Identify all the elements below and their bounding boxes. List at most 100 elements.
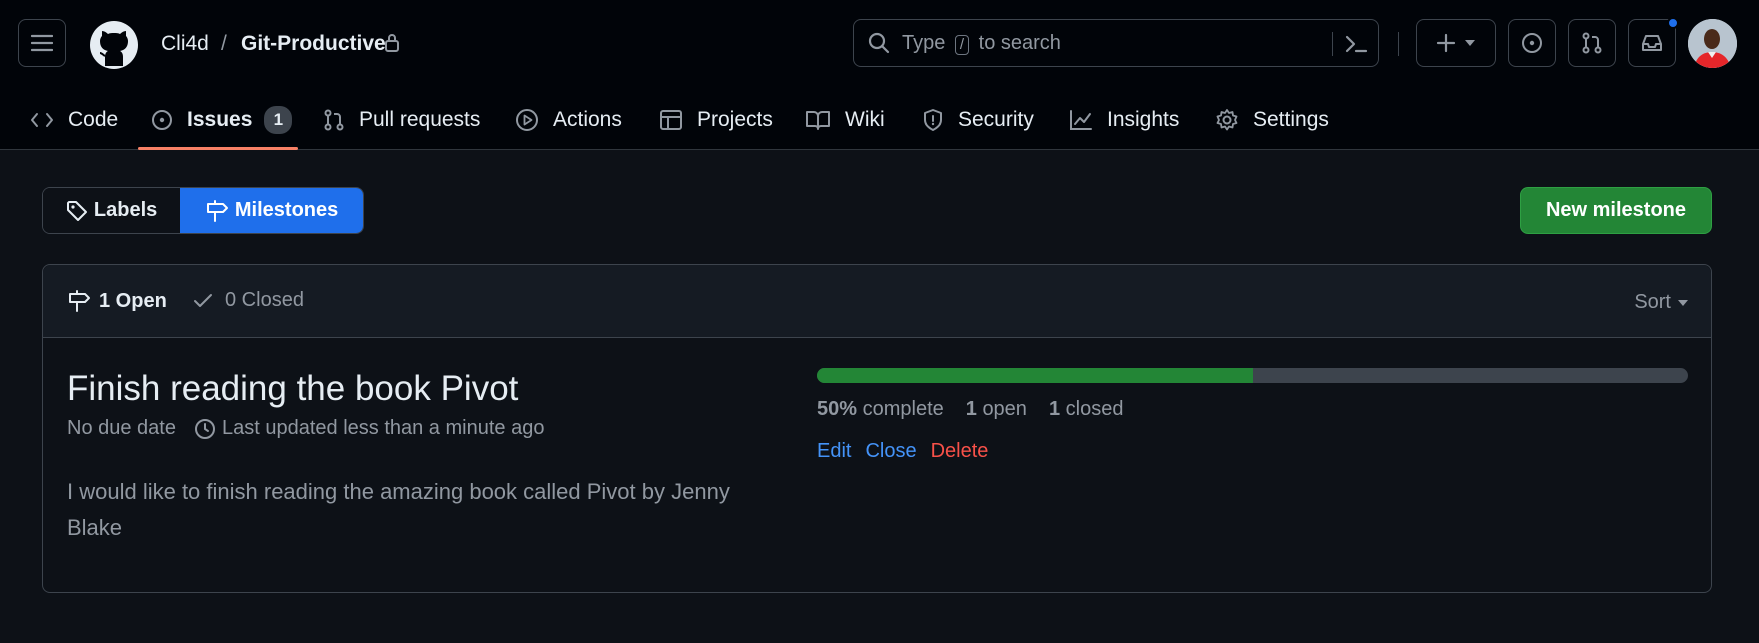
top-bar: Cli4d / Git-Productive Type / to search <box>0 0 1759 88</box>
clock-icon <box>194 418 216 440</box>
git-pull-request-icon <box>1581 32 1603 54</box>
percent-label: complete <box>862 398 944 420</box>
toolbar-divider <box>1398 32 1399 56</box>
closed-count[interactable]: 1 closed <box>1049 398 1124 421</box>
tab-actions[interactable]: Actions <box>515 92 622 148</box>
milestone-icon <box>67 289 91 313</box>
labels-milestones-switcher: Labels Milestones <box>42 187 364 234</box>
github-logo[interactable] <box>89 20 139 70</box>
tab-pull-requests-label: Pull requests <box>359 108 481 131</box>
sort-label: Sort <box>1634 291 1671 313</box>
closed-filter[interactable]: 0 Closed <box>193 289 304 312</box>
menu-button[interactable] <box>18 19 66 67</box>
play-icon <box>515 108 539 132</box>
edit-link[interactable]: Edit <box>817 440 851 463</box>
gear-icon <box>1215 108 1239 132</box>
due-date: No due date <box>67 417 176 439</box>
tab-insights[interactable]: Insights <box>1069 92 1179 148</box>
tag-icon <box>66 200 88 222</box>
search-placeholder-prefix: Type <box>902 31 946 54</box>
hamburger-icon <box>31 34 53 52</box>
labels-button-label: Labels <box>93 199 158 221</box>
milestones-list-header: 1 Open 0 Closed Sort <box>43 265 1711 338</box>
graph-icon <box>1069 109 1093 131</box>
git-pull-request-icon <box>323 109 345 131</box>
open-count-label: open <box>982 398 1027 420</box>
lock-icon <box>384 33 400 53</box>
pull-requests-button[interactable] <box>1568 19 1616 67</box>
command-palette-icon[interactable] <box>1344 33 1368 55</box>
repo-nav: Code Issues 1 Pull requests Actions Proj… <box>0 92 1759 150</box>
tab-security-label: Security <box>958 108 1034 131</box>
milestone-title[interactable]: Finish reading the book Pivot <box>67 367 518 411</box>
create-new-button[interactable] <box>1416 19 1496 67</box>
milestone-meta: No due date Last updated less than a min… <box>67 417 544 440</box>
open-count[interactable]: 1 open <box>966 398 1027 421</box>
tab-issues-label: Issues <box>187 108 253 131</box>
open-filter-label: 1 Open <box>99 289 167 312</box>
percent-complete: 50% complete <box>817 398 944 421</box>
open-count-value: 1 <box>965 398 977 420</box>
labels-button[interactable]: Labels <box>43 188 181 233</box>
tab-code-label: Code <box>68 108 119 131</box>
milestone-progress-bar <box>817 368 1688 383</box>
app-header: Cli4d / Git-Productive Type / to search <box>0 0 1759 150</box>
book-icon <box>805 109 831 131</box>
search-input[interactable]: Type / to search <box>853 19 1379 67</box>
tab-issues[interactable]: Issues 1 <box>151 92 293 148</box>
milestone-stats: 50% complete 1 open 1 closed <box>817 398 1123 421</box>
repo-name-link[interactable]: Git-Productive <box>241 31 386 57</box>
tab-projects-label: Projects <box>697 108 773 131</box>
github-mark-icon <box>89 20 139 70</box>
tab-projects[interactable]: Projects <box>659 92 773 148</box>
sort-dropdown[interactable]: Sort <box>1634 291 1689 314</box>
tab-pull-requests[interactable]: Pull requests <box>323 92 480 148</box>
progress-fill <box>817 368 1253 383</box>
milestones-list: 1 Open 0 Closed Sort Finish reading the … <box>42 264 1712 593</box>
issue-opened-icon <box>1521 32 1543 54</box>
new-milestone-button[interactable]: New milestone <box>1520 187 1712 234</box>
close-link[interactable]: Close <box>865 440 916 463</box>
search-placeholder-suffix: to search <box>978 31 1061 54</box>
triangle-down-icon <box>1464 39 1476 47</box>
selected-tab-underline <box>138 147 298 150</box>
avatar-image <box>1688 19 1737 68</box>
milestone-actions: Edit Close Delete <box>817 440 1002 463</box>
milestone-icon <box>205 199 229 223</box>
issue-opened-icon <box>151 109 173 131</box>
tab-settings[interactable]: Settings <box>1215 92 1329 148</box>
tab-wiki[interactable]: Wiki <box>805 92 885 148</box>
tab-code[interactable]: Code <box>30 92 118 148</box>
avatar[interactable] <box>1688 19 1737 68</box>
search-icon <box>868 32 890 54</box>
issues-button[interactable] <box>1508 19 1556 67</box>
code-icon <box>30 110 54 130</box>
check-icon <box>193 293 213 309</box>
closed-count-value: 1 <box>1048 398 1061 420</box>
delete-link[interactable]: Delete <box>931 440 989 463</box>
milestones-button[interactable]: Milestones <box>180 188 363 233</box>
tab-settings-label: Settings <box>1253 108 1329 131</box>
table-icon <box>659 109 683 131</box>
tab-insights-label: Insights <box>1107 108 1180 131</box>
milestones-button-label: Milestones <box>234 199 339 221</box>
issues-count-badge: 1 <box>264 106 293 134</box>
breadcrumb-separator: / <box>221 32 227 55</box>
tab-actions-label: Actions <box>553 108 622 131</box>
search-placeholder: Type / to search <box>902 32 1061 55</box>
repo-owner-link[interactable]: Cli4d <box>161 31 209 57</box>
tab-security[interactable]: Security <box>922 92 1034 148</box>
tab-wiki-label: Wiki <box>845 108 885 131</box>
inbox-icon <box>1641 33 1663 53</box>
search-divider <box>1332 32 1333 56</box>
shield-icon <box>922 108 944 132</box>
closed-count-label: closed <box>1065 398 1124 420</box>
notification-dot <box>1667 17 1679 29</box>
milestone-description: I would like to finish reading the amazi… <box>67 479 730 540</box>
plus-icon <box>1436 33 1456 53</box>
closed-filter-label: 0 Closed <box>225 289 304 311</box>
last-updated: Last updated less than a minute ago <box>221 417 545 439</box>
percent-value: 50% <box>817 398 858 420</box>
open-filter[interactable]: 1 Open <box>67 289 167 313</box>
triangle-down-icon <box>1677 299 1689 307</box>
